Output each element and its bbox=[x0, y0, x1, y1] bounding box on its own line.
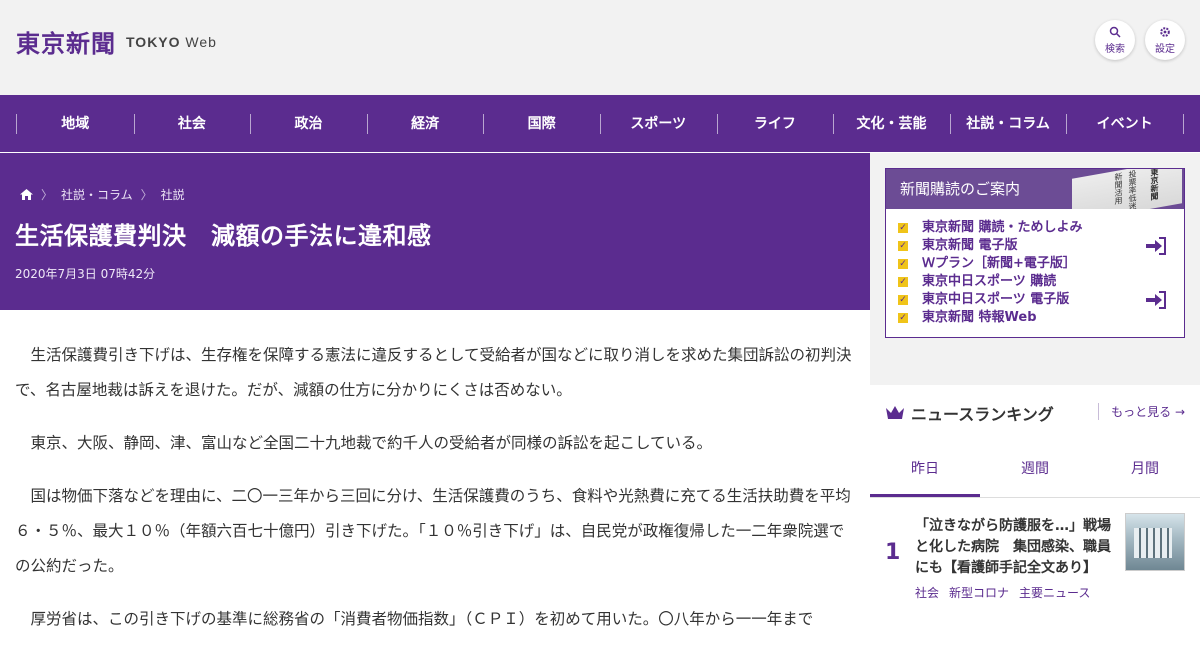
nav-item-life[interactable]: ライフ bbox=[716, 113, 834, 134]
ranking-title[interactable]: 「泣きながら防護服を…」戦場と化した病院 集団感染、職員にも【看護師手記全文あり… bbox=[915, 516, 1115, 579]
nav-divider bbox=[1182, 113, 1184, 134]
nav-item-shasetsu[interactable]: 社説・コラム bbox=[949, 113, 1067, 134]
article-hero: 〉 社説・コラム 〉 社説 生活保護費判決 減額の手法に違和感 2020年7月3… bbox=[0, 153, 870, 310]
home-icon[interactable] bbox=[20, 189, 33, 200]
chevron-right-icon: 〉 bbox=[140, 188, 153, 202]
subscription-item-label: 東京中日スポーツ 購読 bbox=[922, 274, 1057, 289]
check-icon: ✓ bbox=[898, 259, 908, 269]
article-paragraph: 国は物価下落などを理由に、二〇一三年から三回に分け、生活保護費のうち、食料や光熱… bbox=[15, 487, 851, 575]
subscription-item-label: Ｗプラン［新聞+電子版］ bbox=[922, 256, 1076, 271]
site-header: 東京新聞 TOKYO Web 検索 設定 bbox=[0, 0, 1200, 95]
nav-item-shakai[interactable]: 社会 bbox=[133, 113, 251, 134]
subscription-item[interactable]: ✓ 東京新聞 購読・ためしよみ bbox=[898, 219, 1184, 237]
sidebar: 新聞購読のご案内 東京新聞 投票率低迷 新聞活用 ✓ 東京新聞 購読・ためしよみ … bbox=[870, 153, 1200, 630]
check-icon: ✓ bbox=[898, 295, 908, 305]
subscription-list: ✓ 東京新聞 購読・ためしよみ ✓ 東京新聞 電子版 ✓ Ｗプラン［新聞+電子版］ ✓… bbox=[886, 209, 1184, 327]
ranking-heading-text: ニュースランキング bbox=[911, 405, 1054, 424]
ranking-thumbnail[interactable] bbox=[1125, 513, 1185, 571]
check-icon: ✓ bbox=[898, 241, 908, 251]
search-button[interactable]: 検索 bbox=[1095, 20, 1135, 60]
ranking-tags: 社会 新型コロナ 主要ニュース bbox=[915, 584, 1090, 601]
subscription-item-label: 東京新聞 購読・ためしよみ bbox=[922, 220, 1083, 235]
login-icon[interactable] bbox=[1146, 237, 1166, 255]
crown-icon bbox=[886, 406, 904, 419]
subscription-item[interactable]: ✓ 東京新聞 電子版 bbox=[898, 237, 1184, 255]
logo-tokyo-web: TOKYO Web bbox=[126, 33, 217, 50]
gear-icon bbox=[1160, 26, 1170, 37]
subscription-item[interactable]: ✓ 東京中日スポーツ 購読 bbox=[898, 273, 1184, 291]
ranking-item[interactable]: 1 「泣きながら防護服を…」戦場と化した病院 集団感染、職員にも【看護師手記全文… bbox=[870, 498, 1200, 608]
subscription-item-label: 東京新聞 電子版 bbox=[922, 238, 1018, 253]
nav-item-bunka[interactable]: 文化・芸能 bbox=[833, 113, 950, 134]
subscription-heading-text: 新聞購読のご案内 bbox=[900, 180, 1021, 198]
article-paragraph: 厚労省は、この引き下げの基準に総務省の「消費者物価指数」（ＣＰＩ）を初めて用いた… bbox=[30, 610, 814, 628]
article-date: 2020年7月3日 07時42分 bbox=[15, 267, 156, 281]
article-paragraph: 生活保護費引き下げは、生存権を保障する憲法に違反するとして受給者が国などに取り消… bbox=[15, 346, 852, 399]
tab-monthly[interactable]: 月間 bbox=[1090, 441, 1200, 497]
ranking-heading: ニュースランキング bbox=[885, 401, 1054, 425]
login-icon[interactable] bbox=[1146, 291, 1166, 309]
logo-kanji: 東京新聞 bbox=[16, 29, 116, 58]
breadcrumb-editorial[interactable]: 社説 bbox=[161, 186, 185, 203]
nav-item-seiji[interactable]: 政治 bbox=[250, 113, 367, 134]
newspaper-image: 東京新聞 投票率低迷 新聞活用 bbox=[1072, 169, 1182, 209]
nav-item-keizai[interactable]: 経済 bbox=[366, 113, 484, 134]
subscription-item-label: 東京中日スポーツ 電子版 bbox=[922, 292, 1070, 307]
check-icon: ✓ bbox=[898, 277, 908, 287]
article-paragraph: 東京、大阪、静岡、津、富山など全国二十九地裁で約千人の受給者が同様の訴訟を起こし… bbox=[30, 434, 713, 452]
tab-yesterday[interactable]: 昨日 bbox=[870, 441, 980, 497]
search-label: 検索 bbox=[1105, 43, 1125, 55]
news-ranking: ニュースランキング もっと見る → 昨日 週間 月間 1 「泣きながら防護服を…… bbox=[870, 385, 1200, 630]
ranking-tabs: 昨日 週間 月間 bbox=[870, 441, 1200, 498]
nav-item-sports[interactable]: スポーツ bbox=[599, 113, 717, 134]
tab-weekly[interactable]: 週間 bbox=[980, 441, 1090, 497]
nav-item-event[interactable]: イベント bbox=[1066, 113, 1183, 134]
settings-button[interactable]: 設定 bbox=[1145, 20, 1185, 60]
ranking-more-link[interactable]: もっと見る → bbox=[1098, 403, 1185, 420]
ranking-number: 1 bbox=[885, 540, 901, 565]
tag-link[interactable]: 主要ニュース bbox=[1019, 584, 1090, 601]
ranking-more-label: もっと見る bbox=[1111, 405, 1172, 419]
settings-label: 設定 bbox=[1155, 43, 1175, 55]
subscription-item[interactable]: ✓ Ｗプラン［新聞+電子版］ bbox=[898, 255, 1184, 273]
check-icon: ✓ bbox=[898, 313, 908, 323]
breadcrumb-column[interactable]: 社説・コラム bbox=[61, 186, 133, 203]
chevron-right-icon: 〉 bbox=[41, 188, 54, 202]
subscription-item[interactable]: ✓ 東京中日スポーツ 電子版 bbox=[898, 291, 1184, 309]
breadcrumb: 〉 社説・コラム 〉 社説 bbox=[20, 186, 185, 203]
article-body: 生活保護費引き下げは、生存権を保障する憲法に違反するとして受給者が国などに取り消… bbox=[15, 338, 855, 655]
subscription-item-label: 東京新聞 特報Web bbox=[922, 310, 1037, 325]
tag-link[interactable]: 新型コロナ bbox=[949, 584, 1009, 601]
nav-item-chiiki[interactable]: 地域 bbox=[17, 114, 134, 134]
main-nav: 地域 社会 政治 経済 国際 スポーツ ライフ 文化・芸能 社説・コラム イベン… bbox=[0, 95, 1200, 152]
site-logo[interactable]: 東京新聞 TOKYO Web bbox=[16, 24, 217, 59]
subscription-item[interactable]: ✓ 東京新聞 特報Web bbox=[898, 309, 1184, 327]
check-icon: ✓ bbox=[898, 223, 908, 233]
arrow-right-icon: → bbox=[1174, 405, 1185, 419]
subscription-box: 新聞購読のご案内 東京新聞 投票率低迷 新聞活用 ✓ 東京新聞 購読・ためしよみ … bbox=[885, 168, 1185, 338]
article-title: 生活保護費判決 減額の手法に違和感 bbox=[15, 222, 432, 250]
search-icon bbox=[1109, 26, 1121, 38]
tag-link[interactable]: 社会 bbox=[915, 584, 939, 601]
nav-item-kokusai[interactable]: 国際 bbox=[483, 113, 600, 134]
subscription-heading: 新聞購読のご案内 東京新聞 投票率低迷 新聞活用 bbox=[886, 169, 1184, 209]
